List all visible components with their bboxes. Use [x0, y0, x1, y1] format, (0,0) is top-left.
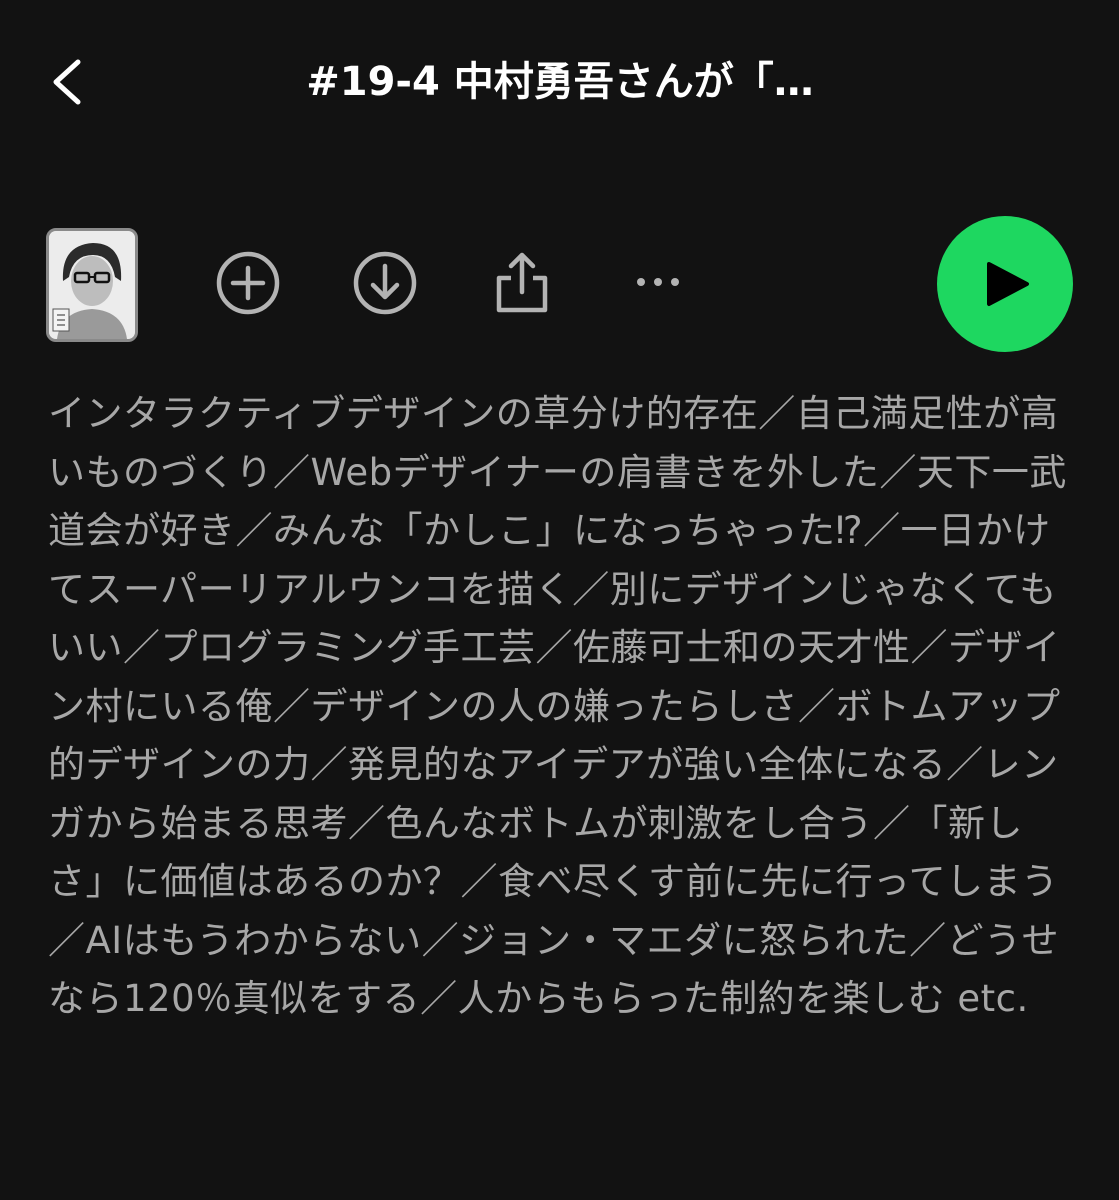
chevron-left-icon — [53, 59, 81, 105]
episode-title: #19-4 中村勇吾さんが「… — [306, 59, 814, 105]
episode-description: インタラクティブデザインの草分け的存在／自己満足性が高いものづくり／Webデザイ… — [48, 392, 1067, 1020]
episode-actions-toolbar — [0, 210, 1119, 360]
plus-circle-icon — [216, 251, 280, 315]
more-horizontal-icon — [637, 278, 679, 286]
top-bar: #19-4 中村勇吾さんが「… — [0, 0, 1119, 170]
podcast-thumbnail[interactable] — [46, 228, 138, 342]
play-icon — [987, 262, 1029, 306]
download-button[interactable] — [350, 248, 420, 318]
share-icon — [496, 252, 548, 313]
add-to-library-button[interactable] — [213, 248, 283, 318]
more-options-button[interactable] — [623, 248, 693, 318]
back-button[interactable] — [40, 50, 100, 114]
download-circle-icon — [353, 251, 417, 315]
share-button[interactable] — [487, 248, 557, 318]
play-button[interactable] — [937, 216, 1073, 352]
podcast-cover-image — [49, 231, 135, 339]
